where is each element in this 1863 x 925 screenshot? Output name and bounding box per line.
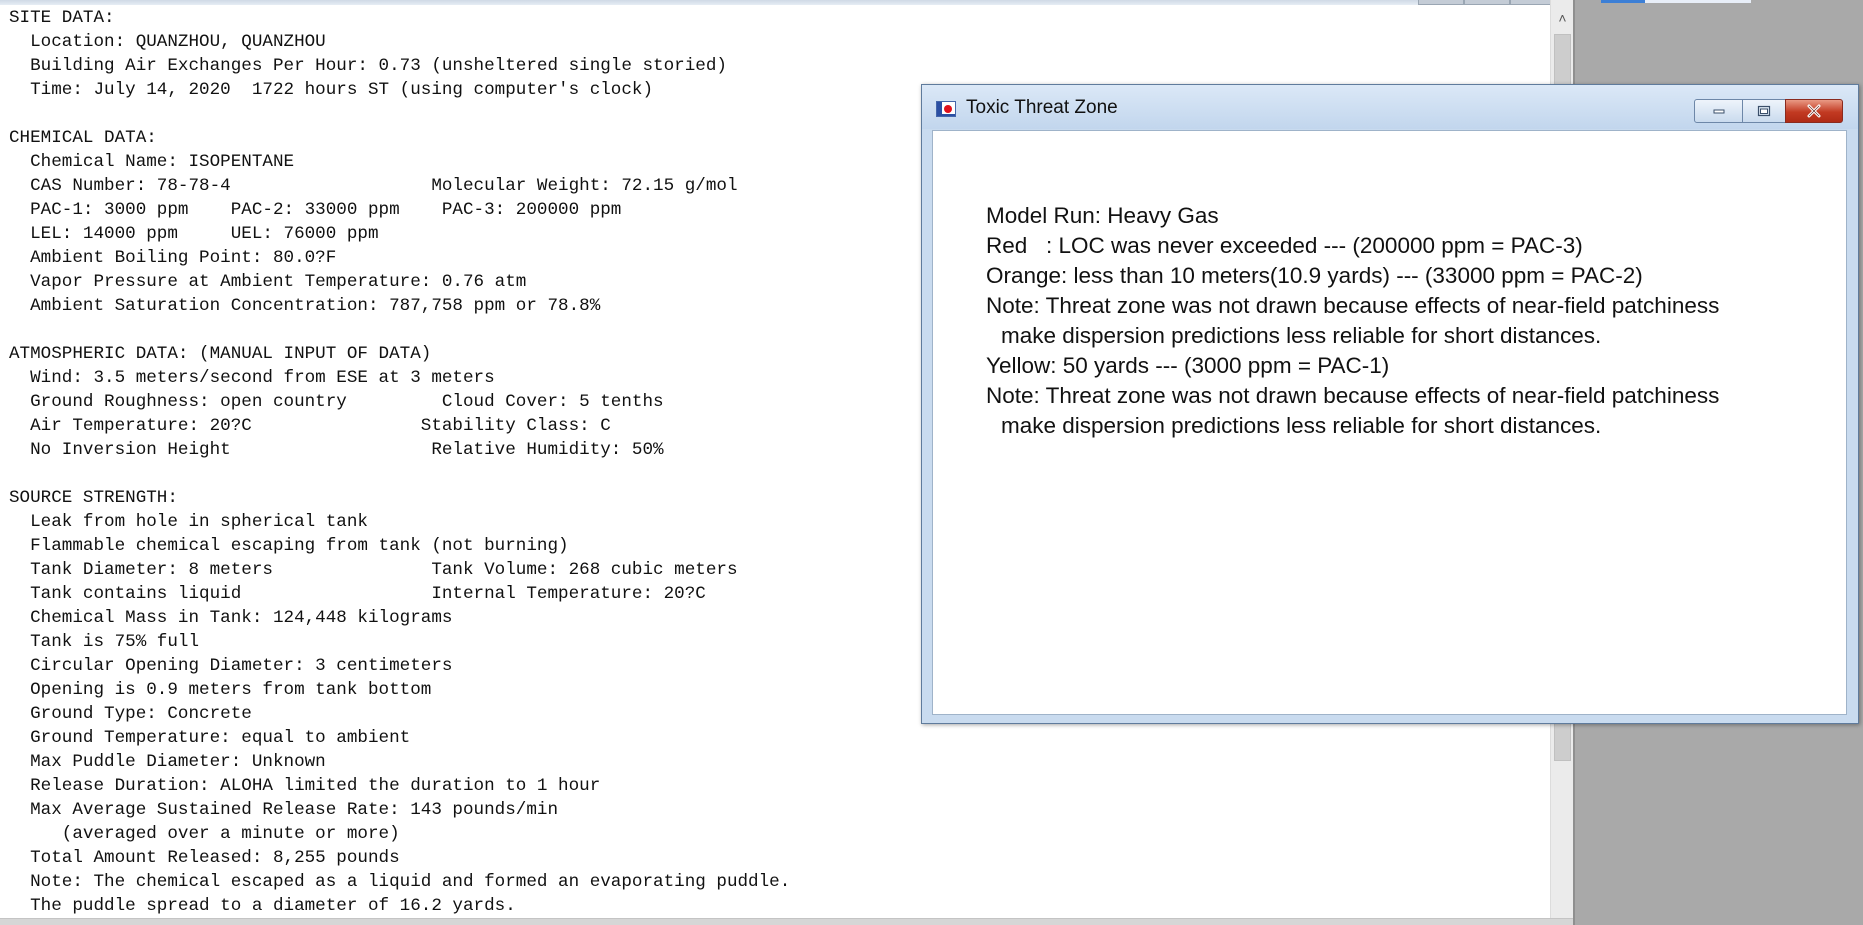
toxic-threat-zone-window: Toxic Threat Zone Model Run: Heavy Gas R… bbox=[921, 84, 1859, 724]
aloha-app-icon bbox=[936, 101, 956, 117]
dialog-title-bar[interactable]: Toxic Threat Zone bbox=[922, 85, 1858, 129]
report-line: SITE DATA: bbox=[9, 8, 115, 28]
report-line: Total Amount Released: 8,255 pounds bbox=[9, 848, 400, 868]
note-line: Note: Threat zone was not drawn because … bbox=[986, 293, 1720, 318]
dialog-title: Toxic Threat Zone bbox=[966, 97, 1118, 118]
close-button[interactable] bbox=[1785, 99, 1843, 123]
report-line: Circular Opening Diameter: 3 centimeters bbox=[9, 656, 453, 676]
minimize-button[interactable] bbox=[1694, 99, 1743, 123]
report-line: PAC-1: 3000 ppm PAC-2: 33000 ppm PAC-3: … bbox=[9, 200, 622, 220]
report-line: Wind: 3.5 meters/second from ESE at 3 me… bbox=[9, 368, 495, 388]
report-line: Tank Diameter: 8 meters Tank Volume: 268… bbox=[9, 560, 738, 580]
report-line: Vapor Pressure at Ambient Temperature: 0… bbox=[9, 272, 527, 292]
report-line: Building Air Exchanges Per Hour: 0.73 (u… bbox=[9, 56, 727, 76]
note-line: Note: Threat zone was not drawn because … bbox=[986, 383, 1720, 408]
report-line: Ambient Boiling Point: 80.0?F bbox=[9, 248, 337, 268]
yellow-zone-line: Yellow: 50 yards --- (3000 ppm = PAC-1) bbox=[986, 353, 1390, 378]
report-line: (averaged over a minute or more) bbox=[9, 824, 400, 844]
report-line: Max Puddle Diameter: Unknown bbox=[9, 752, 326, 772]
threat-zone-content: Model Run: Heavy Gas Red : LOC was never… bbox=[932, 130, 1847, 715]
report-line: Chemical Name: ISOPENTANE bbox=[9, 152, 295, 172]
report-line: Opening is 0.9 meters from tank bottom bbox=[9, 680, 432, 700]
minimize-button-edge[interactable] bbox=[1418, 0, 1464, 5]
report-line: Tank contains liquid Internal Temperatur… bbox=[9, 584, 706, 604]
report-line: Location: QUANZHOU, QUANZHOU bbox=[9, 32, 326, 52]
report-line: Air Temperature: 20?C Stability Class: C bbox=[9, 416, 611, 436]
report-line: Max Average Sustained Release Rate: 143 … bbox=[9, 800, 559, 820]
minimize-icon bbox=[1713, 109, 1724, 114]
report-line: Tank is 75% full bbox=[9, 632, 200, 652]
report-line: SOURCE STRENGTH: bbox=[9, 488, 178, 508]
maximize-button-edge[interactable] bbox=[1464, 0, 1510, 5]
report-text: SITE DATA: Location: QUANZHOU, QUANZHOU … bbox=[9, 6, 790, 918]
report-line: Time: July 14, 2020 1722 hours ST (using… bbox=[9, 80, 654, 100]
horizontal-scrollbar[interactable] bbox=[0, 918, 1573, 925]
note-continuation-line: make dispersion predictions less reliabl… bbox=[1001, 323, 1602, 348]
orange-zone-line: Orange: less than 10 meters(10.9 yards) … bbox=[986, 263, 1643, 288]
report-line: Ground Temperature: equal to ambient bbox=[9, 728, 411, 748]
report-line: The puddle spread to a diameter of 16.2 … bbox=[9, 896, 516, 916]
maximize-icon bbox=[1757, 105, 1771, 117]
report-line: LEL: 14000 ppm UEL: 76000 ppm bbox=[9, 224, 379, 244]
report-line: ATMOSPHERIC DATA: (MANUAL INPUT OF DATA) bbox=[9, 344, 432, 364]
threat-zone-text: Model Run: Heavy Gas Red : LOC was never… bbox=[986, 201, 1719, 441]
report-line: Ground Roughness: open country Cloud Cov… bbox=[9, 392, 664, 412]
report-line: Note: The chemical escaped as a liquid a… bbox=[9, 872, 791, 892]
note-continuation-line: make dispersion predictions less reliabl… bbox=[1001, 413, 1602, 438]
report-line: Ground Type: Concrete bbox=[9, 704, 252, 724]
scroll-up-icon[interactable]: ˄ bbox=[1551, 5, 1573, 31]
report-line: Chemical Mass in Tank: 124,448 kilograms bbox=[9, 608, 453, 628]
close-icon bbox=[1807, 104, 1821, 118]
report-line: CHEMICAL DATA: bbox=[9, 128, 157, 148]
report-line: Flammable chemical escaping from tank (n… bbox=[9, 536, 569, 556]
report-line: Release Duration: ALOHA limited the dura… bbox=[9, 776, 601, 796]
maximize-button[interactable] bbox=[1742, 99, 1786, 123]
report-line: Leak from hole in spherical tank bbox=[9, 512, 368, 532]
background-tab-edge-light bbox=[1645, 0, 1751, 3]
report-line: No Inversion Height Relative Humidity: 5… bbox=[9, 440, 664, 460]
model-run-line: Model Run: Heavy Gas bbox=[986, 203, 1219, 228]
window-top-edge bbox=[0, 0, 1573, 5]
report-line: Ambient Saturation Concentration: 787,75… bbox=[9, 296, 601, 316]
report-line: CAS Number: 78-78-4 Molecular Weight: 72… bbox=[9, 176, 738, 196]
red-zone-line: Red : LOC was never exceeded --- (200000… bbox=[986, 233, 1583, 258]
